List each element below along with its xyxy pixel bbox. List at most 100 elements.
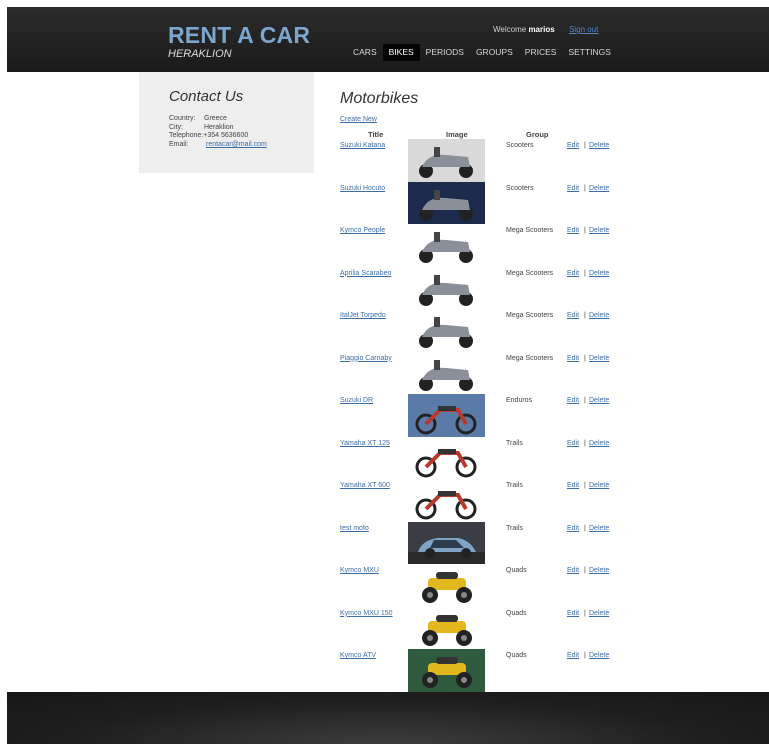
nav-prices[interactable]: PRICES <box>519 44 563 61</box>
action-separator: | <box>584 312 586 319</box>
edit-link[interactable]: Edit <box>567 270 579 277</box>
delete-link[interactable]: Delete <box>589 270 609 277</box>
table-row: Kymco ATV Quads Edit | Delete <box>340 649 640 693</box>
action-separator: | <box>584 652 586 659</box>
delete-link[interactable]: Delete <box>589 397 609 404</box>
signout-link[interactable]: Sign out <box>569 25 598 34</box>
nav-bikes[interactable]: BIKES <box>382 44 420 61</box>
edit-link[interactable]: Edit <box>567 355 579 362</box>
action-separator: | <box>584 567 586 574</box>
table-row: ItalJet Torpedo Mega Scooters Edit | Delete <box>340 309 640 353</box>
nav-cars[interactable]: CARS <box>347 44 383 61</box>
delete-link[interactable]: Delete <box>589 142 609 149</box>
action-separator: | <box>584 142 586 149</box>
quad-photo <box>408 606 485 650</box>
bike-group: Mega Scooters <box>506 354 554 362</box>
bike-title-link[interactable]: Kymco MXU <box>340 567 379 574</box>
delete-link[interactable]: Delete <box>589 227 609 234</box>
action-separator: | <box>584 269 586 277</box>
main-nav: CARS BIKES PERIODS GROUPS PRICES SETTINGS <box>347 44 617 61</box>
scooter-photo <box>408 139 485 182</box>
bike-group: Quads <box>506 609 527 617</box>
edit-link[interactable]: Edit <box>567 185 579 192</box>
delete-link[interactable]: Delete <box>589 525 609 532</box>
delete-link[interactable]: Delete <box>589 185 609 192</box>
motorcycle-photo <box>408 436 485 480</box>
bike-title-link[interactable]: test moto <box>340 525 369 532</box>
delete-link[interactable]: Delete <box>589 652 609 659</box>
brand-logo[interactable]: RENT A CAR HERAKLION <box>168 23 310 61</box>
bike-title-link[interactable]: Piaggio Carnaby <box>340 355 392 362</box>
brand-subtitle: HERAKLION <box>168 48 232 60</box>
table-row: Kymco MXU Quads Edit | Delete <box>340 564 640 608</box>
bike-title-link[interactable]: Kymco People <box>340 227 385 234</box>
scooter-photo <box>408 181 485 225</box>
bike-group: Quads <box>506 652 527 659</box>
motorcycle-photo <box>408 394 485 437</box>
bike-group: Trails <box>506 439 523 447</box>
scooter-photo <box>408 266 485 310</box>
bike-title-link[interactable]: Yamaha XT 600 <box>340 482 390 489</box>
contact-telephone: Telephone: +354 5636600 <box>169 132 267 141</box>
header: RENT A CAR HERAKLION Welcome marios Sign… <box>7 7 769 72</box>
edit-link[interactable]: Edit <box>567 440 579 447</box>
footer <box>7 692 769 744</box>
delete-link[interactable]: Delete <box>589 440 609 447</box>
bike-group: Trails <box>506 524 523 532</box>
bike-title-link[interactable]: Suzuki Katana <box>340 142 385 149</box>
table-row: Yamaha XT 600 Trails Edit | Delete <box>340 479 640 523</box>
city-value: Heraklion <box>204 123 234 131</box>
bike-group: Enduros <box>506 397 533 404</box>
telephone-label: Telephone: <box>169 132 204 139</box>
edit-link[interactable]: Edit <box>567 567 579 574</box>
bike-title-link[interactable]: ItalJet Torpedo <box>340 312 386 319</box>
delete-link[interactable]: Delete <box>589 355 609 362</box>
edit-link[interactable]: Edit <box>567 652 579 659</box>
bike-title-link[interactable]: Kymco ATV <box>340 652 376 659</box>
edit-link[interactable]: Edit <box>567 525 579 532</box>
bike-title-link[interactable]: Aprilia Scarabeo <box>340 270 391 277</box>
username: marios <box>528 25 555 34</box>
edit-link[interactable]: Edit <box>567 482 579 489</box>
bike-title-link[interactable]: Suzuki Hocuto <box>340 185 385 192</box>
bike-title-link[interactable]: Yamaha XT 125 <box>340 440 390 447</box>
contact-city: City: Heraklion <box>169 124 267 133</box>
page: RENT A CAR HERAKLION Welcome marios Sign… <box>0 0 769 744</box>
email-link[interactable]: rentacar@mail.com <box>206 141 267 150</box>
edit-link[interactable]: Edit <box>567 227 579 234</box>
column-header-title: Title <box>368 130 384 139</box>
bike-group: Mega Scooters <box>506 312 554 319</box>
table-row: test moto Trails Edit | Delete <box>340 521 640 566</box>
bike-title-link[interactable]: Suzuki DR <box>340 397 373 404</box>
edit-link[interactable]: Edit <box>567 397 579 404</box>
delete-link[interactable]: Delete <box>589 610 609 617</box>
nav-settings[interactable]: SETTINGS <box>562 44 617 61</box>
bike-group: Quads <box>506 567 527 574</box>
table-row: Suzuki DR Enduros Edit | Delete <box>340 394 640 438</box>
delete-link[interactable]: Delete <box>589 482 609 489</box>
nav-periods[interactable]: PERIODS <box>420 44 470 61</box>
contact-country: Country: Greece <box>169 115 267 124</box>
edit-link[interactable]: Edit <box>567 610 579 617</box>
delete-link[interactable]: Delete <box>589 567 609 574</box>
scooter-photo <box>408 224 485 267</box>
bike-group: Scooters <box>506 184 534 192</box>
edit-link[interactable]: Edit <box>567 312 579 319</box>
nav-groups[interactable]: GROUPS <box>470 44 519 61</box>
welcome-prefix: Welcome <box>493 25 527 34</box>
country-value: Greece <box>204 115 227 122</box>
brand-title: RENT A CAR <box>168 22 311 48</box>
action-separator: | <box>584 439 586 447</box>
action-separator: | <box>584 609 586 617</box>
delete-link[interactable]: Delete <box>589 312 609 319</box>
car-photo <box>408 521 485 565</box>
edit-link[interactable]: Edit <box>567 142 579 149</box>
table-row: Suzuki Hocuto Scooters Edit | Delete <box>340 181 640 226</box>
bike-title-link[interactable]: Kymco MXU 150 <box>340 610 393 617</box>
create-new-link[interactable]: Create New <box>340 116 377 123</box>
contact-sidebar: Contact Us Country: Greece City: Herakli… <box>139 72 314 173</box>
table-row: Yamaha XT 125 Trails Edit | Delete <box>340 436 640 481</box>
action-separator: | <box>584 482 586 489</box>
contact-email: Email: rentacar@mail.com <box>169 141 267 150</box>
action-separator: | <box>584 184 586 192</box>
